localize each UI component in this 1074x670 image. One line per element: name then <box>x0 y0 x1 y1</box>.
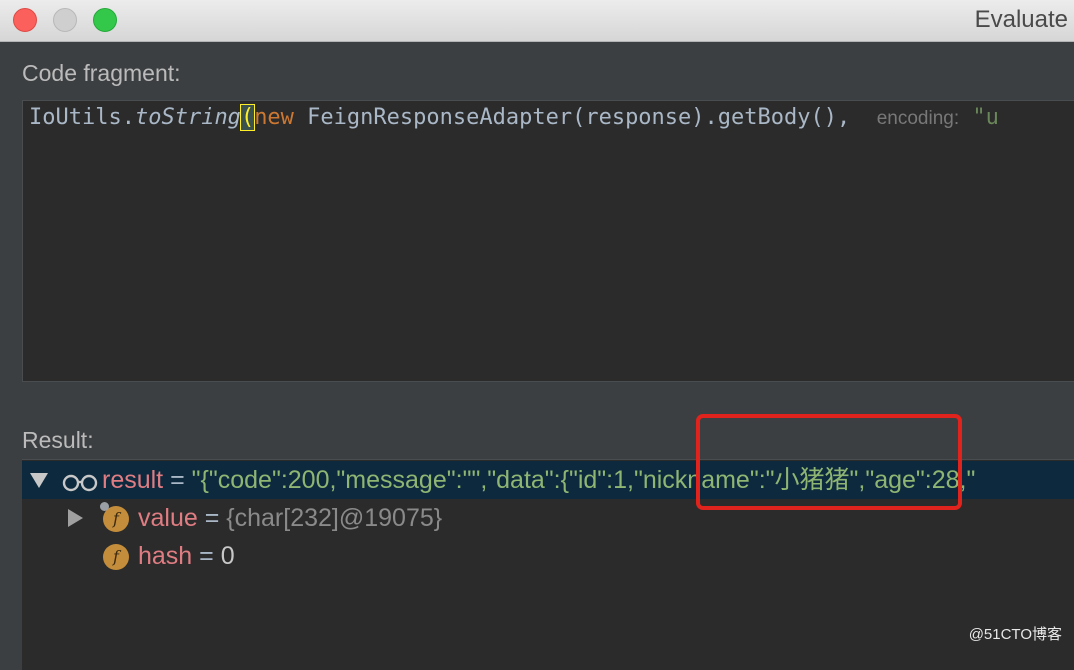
code-token-method: toString <box>134 105 241 130</box>
pin-icon <box>100 502 109 511</box>
watch-glasses-icon <box>62 474 98 492</box>
zoom-window-button[interactable] <box>93 8 117 32</box>
code-line[interactable]: IoUtils.toString(new FeignResponseAdapte… <box>29 102 999 135</box>
tree-row-hash[interactable]: f hash = 0 <box>22 537 1074 575</box>
hash-name: hash <box>138 542 193 570</box>
minimize-window-button[interactable] <box>53 8 77 32</box>
result-label: Result: <box>22 427 94 453</box>
expand-arrow-icon[interactable] <box>68 509 83 527</box>
value-equals: = <box>197 504 227 532</box>
title-bar: Evaluate <box>0 0 1074 42</box>
code-fragment-label: Code fragment: <box>22 60 181 86</box>
window-title: Evaluate <box>974 6 1068 33</box>
result-name: result <box>102 466 164 494</box>
value-value: {char[232]@19075} <box>226 504 443 532</box>
hash-equals: = <box>192 542 221 570</box>
value-name: value <box>138 504 198 532</box>
code-token-keyword: new <box>254 105 294 130</box>
code-token-class: IoUtils. <box>29 105 135 130</box>
collapse-arrow-icon[interactable] <box>30 473 48 488</box>
code-token-args: FeignResponseAdapter(response).getBody()… <box>293 105 864 130</box>
parameter-hint-value: "u <box>959 105 999 130</box>
parameter-hint-label: encoding: <box>876 108 960 129</box>
field-icon: f <box>103 544 129 570</box>
code-fragment-editor[interactable]: IoUtils.toString(new FeignResponseAdapte… <box>22 100 1074 382</box>
watermark: @51CTO博客 <box>968 626 1062 643</box>
hash-value: 0 <box>220 542 235 570</box>
close-window-button[interactable] <box>13 8 37 32</box>
code-token-open-paren: ( <box>239 104 256 131</box>
result-equals: = <box>163 466 192 494</box>
annotation-highlight-box <box>696 414 962 510</box>
